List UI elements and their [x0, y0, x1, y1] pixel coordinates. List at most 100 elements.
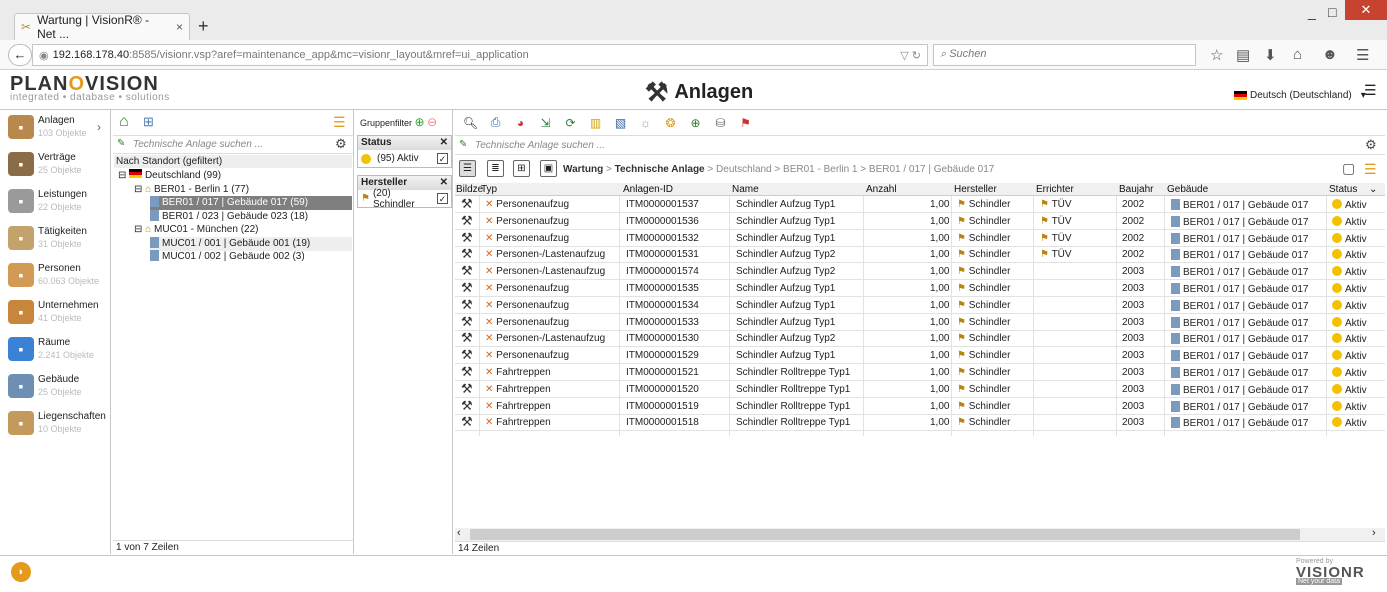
filter-status-row[interactable]: (95) Aktiv ✓ — [358, 150, 451, 167]
menu-icon[interactable]: ☰ — [1356, 46, 1369, 64]
filter-hersteller-row[interactable]: ⚑ (20) Schindler ✓ — [358, 188, 451, 210]
nav-expand-icon[interactable]: › — [97, 120, 101, 134]
breadcrumb-technische-anlage[interactable]: Technische Anlage — [615, 164, 705, 175]
column-header[interactable]: Bildze — [456, 184, 483, 195]
tree-toggle-icon[interactable]: ⊟ — [134, 184, 145, 195]
bulb-icon[interactable]: ☼ — [636, 113, 655, 132]
tree-node[interactable]: MUC01 / 001 | Gebäude 001 (19) — [150, 236, 352, 251]
column-header[interactable]: Baujahr — [1119, 184, 1153, 195]
table-row[interactable]: ⚒ ✕ Fahrtreppen ITM0000001519 Schindler Rol… — [455, 398, 1385, 415]
checkbox[interactable]: ✓ — [437, 153, 448, 164]
tree-node[interactable]: BER01 / 023 | Gebäude 023 (18) — [150, 209, 308, 224]
close-icon[interactable]: ✕ — [440, 177, 448, 189]
gear-icon[interactable]: ⚙ — [335, 136, 347, 152]
column-header[interactable]: Hersteller — [954, 184, 997, 195]
main-search-input[interactable]: ✎ Technische Anlage suchen ... ⚙ — [455, 137, 1385, 155]
map-icon[interactable]: ▧ — [611, 113, 630, 132]
pie-chart-icon[interactable]: ◕ — [511, 113, 530, 132]
table-row[interactable]: ⚒ ✕ Fahrtreppen ITM0000001518 Schindler Rol… — [455, 414, 1385, 432]
nav-item-1[interactable]: ▪ Verträge 25 Objekte — [8, 152, 82, 176]
add-filter-icon[interactable]: ⊕ — [415, 115, 425, 129]
table-row[interactable]: ⚒ ✕ Fahrtreppen ITM0000001521 Schindler Rol… — [455, 364, 1385, 381]
nav-item-8[interactable]: ▪ Liegenschaften 10 Objekte — [8, 411, 106, 435]
column-header[interactable]: Anlagen-ID — [623, 184, 673, 195]
table-row[interactable]: ⚒ ✕ Personenaufzug ITM0000001537 Schindler … — [455, 196, 1385, 213]
app-logo-button[interactable]: ◗ — [11, 562, 31, 582]
table-row[interactable]: ⚒ ✕ Personenaufzug ITM0000001534 Schindler … — [455, 297, 1385, 314]
tree-toggle-icon[interactable]: ⊟ — [118, 170, 129, 181]
maximize-button[interactable]: □ — [1328, 4, 1336, 20]
tree-toggle-icon[interactable]: ⊟ — [134, 224, 145, 235]
detail-view-icon[interactable]: ≣ — [487, 160, 504, 177]
add-icon[interactable]: ⊕ — [686, 113, 705, 132]
language-select[interactable]: Deutsch (Deutschland) ▾ — [1234, 90, 1366, 101]
grid-menu-icon[interactable]: ☰ — [1364, 161, 1377, 178]
print-icon[interactable]: ⎙ — [486, 113, 505, 132]
table-row[interactable]: ⚒ ✕ Fahrtreppen ITM0000001520 Schindler Rol… — [455, 381, 1385, 398]
tree-menu-icon[interactable]: ☰ — [333, 114, 346, 131]
bookmark-star-icon[interactable]: ☆ — [1210, 46, 1223, 64]
new-tab-button[interactable]: + — [198, 16, 209, 37]
nav-item-3[interactable]: ▪ Tätigkeiten 31 Objekte — [8, 226, 87, 250]
zoom-icon[interactable]: 🔍︎ — [461, 113, 480, 132]
breadcrumb-wartung[interactable]: Wartung — [563, 164, 603, 175]
scroll-left-icon[interactable]: ‹ — [457, 527, 461, 539]
export-icon[interactable]: ⇲ — [536, 113, 555, 132]
column-header[interactable]: Errichter — [1036, 184, 1074, 195]
minimize-button[interactable]: _ — [1308, 4, 1316, 20]
nav-item-7[interactable]: ▪ Gebäude 25 Objekte — [8, 374, 82, 398]
database-icon[interactable]: ⛁ — [711, 113, 730, 132]
back-button[interactable]: ← — [8, 44, 32, 66]
column-header[interactable]: Status — [1329, 184, 1357, 195]
column-header[interactable]: Name — [732, 184, 759, 195]
close-icon[interactable]: ✕ — [440, 137, 448, 149]
nav-item-5[interactable]: ▪ Unternehmen 41 Objekte — [8, 300, 99, 324]
list-view-icon[interactable]: ☰ — [459, 160, 476, 177]
app-menu-icon[interactable]: ☰ — [1364, 82, 1377, 99]
tree-node[interactable]: BER01 / 017 | Gebäude 017 (59) — [150, 196, 352, 210]
browser-search-input[interactable]: ⌕ Suchen — [933, 44, 1196, 66]
table-row[interactable]: ⚒ ✕ Personenaufzug ITM0000001533 Schindler … — [455, 314, 1385, 331]
smiley-icon[interactable]: ☻ — [1322, 46, 1338, 63]
tree-node[interactable]: MUC01 / 002 | Gebäude 002 (3) — [150, 250, 305, 264]
home-tree-icon[interactable]: ⌂ — [119, 113, 129, 131]
scroll-right-icon[interactable]: › — [1372, 527, 1376, 539]
group-icon[interactable]: ❂ — [661, 113, 680, 132]
barcode-icon[interactable]: ▥ — [586, 113, 605, 132]
tree-node[interactable]: ⊟ ⌂ BER01 - Berlin 1 (77) — [134, 183, 249, 197]
window-close-button[interactable]: ✕ — [1345, 0, 1387, 20]
table-row[interactable]: ⚒ ✕ Personenaufzug ITM0000001535 Schindler … — [455, 280, 1385, 297]
column-header[interactable]: Gebäude — [1167, 184, 1208, 195]
url-bar[interactable]: ◉ 192.168.178.40:8585/visionr.vsp?aref=m… — [32, 44, 928, 66]
table-row[interactable]: ⚒ ✕ Personen-/Lastenaufzug ITM0000001574 Sc… — [455, 263, 1385, 281]
tree-node[interactable]: ⊟ Deutschland (99) — [118, 169, 221, 183]
card-view-icon[interactable]: ▣ — [540, 160, 557, 177]
nav-item-0[interactable]: ▪ Anlagen 103 Objekte — [8, 115, 87, 139]
column-chooser-icon[interactable]: ⌄ — [1369, 184, 1377, 195]
table-row[interactable]: ⚒ ✕ Personenaufzug ITM0000001529 Schindler … — [455, 347, 1385, 365]
refresh-icon[interactable]: ⟳ — [561, 113, 580, 132]
scrollbar-thumb[interactable] — [470, 529, 1300, 540]
tile-view-icon[interactable]: ⊞ — [513, 160, 530, 177]
remove-filter-icon[interactable]: ⊖ — [427, 115, 437, 129]
browser-tab[interactable]: ✂ Wartung | VisionR® - Net ... × — [14, 13, 190, 41]
comment-icon[interactable]: ▢ — [1342, 160, 1355, 177]
table-row[interactable]: ⚒ ✕ Personen-/Lastenaufzug ITM0000001530 Sc… — [455, 330, 1385, 348]
flag-icon[interactable]: ⚑ — [736, 113, 755, 132]
nav-item-6[interactable]: ▪ Räume 2.241 Objekte — [8, 337, 94, 361]
nav-item-4[interactable]: ▪ Personen 60.063 Objekte — [8, 263, 99, 287]
gear-icon[interactable]: ⚙ — [1365, 137, 1377, 153]
tree-structure-icon[interactable]: ⊞ — [143, 114, 154, 130]
table-row[interactable]: ⚒ ✕ Personenaufzug ITM0000001536 Schindler … — [455, 213, 1385, 230]
tree-node[interactable]: ⊟ ⌂ MUC01 - München (22) — [134, 223, 258, 237]
table-row[interactable]: ⚒ ✕ Personen-/Lastenaufzug ITM0000001531 Sc… — [455, 246, 1385, 264]
checkbox[interactable]: ✓ — [437, 193, 448, 204]
table-row[interactable]: ⚒ ✕ Personenaufzug ITM0000001532 Schindler … — [455, 230, 1385, 247]
column-header[interactable]: Typ — [481, 184, 497, 195]
reload-icon[interactable]: ▽ ↻ — [900, 49, 921, 62]
column-header[interactable]: Anzahl — [866, 184, 897, 195]
reading-list-icon[interactable]: ▤ — [1236, 46, 1250, 64]
tree-search-input[interactable]: ✎ Technische Anlage suchen ... ⚙ — [113, 136, 353, 154]
nav-item-2[interactable]: ▪ Leistungen 22 Objekte — [8, 189, 87, 213]
tab-close-icon[interactable]: × — [176, 20, 183, 34]
